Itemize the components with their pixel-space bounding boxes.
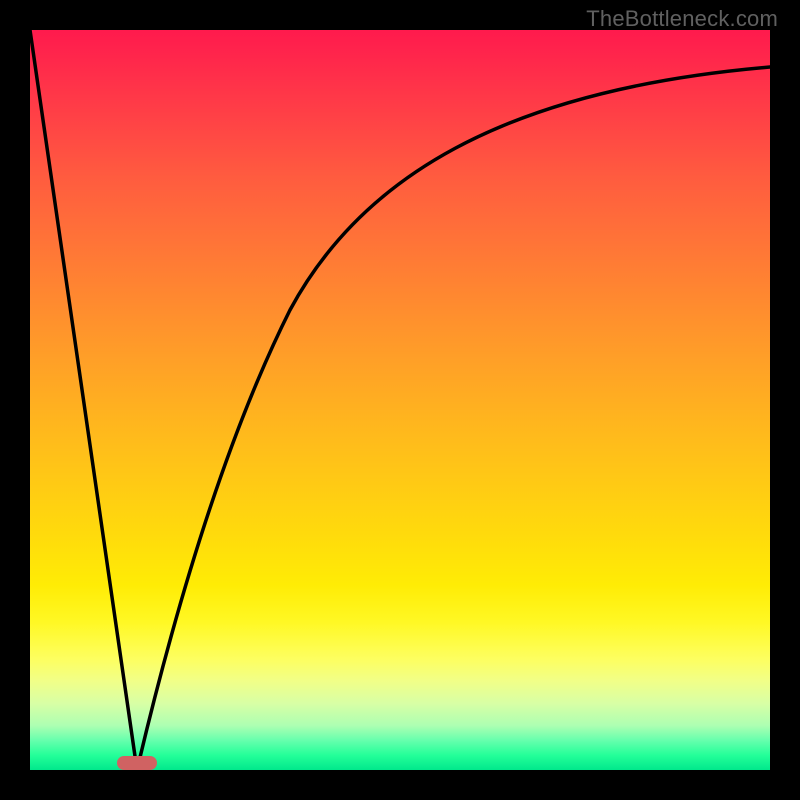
bottleneck-marker (117, 756, 157, 770)
plot-area (30, 30, 770, 770)
curve-layer (30, 30, 770, 770)
watermark-text: TheBottleneck.com (586, 6, 778, 32)
left-descent-line (30, 30, 137, 770)
right-growth-curve (137, 67, 770, 770)
chart-frame: TheBottleneck.com (0, 0, 800, 800)
